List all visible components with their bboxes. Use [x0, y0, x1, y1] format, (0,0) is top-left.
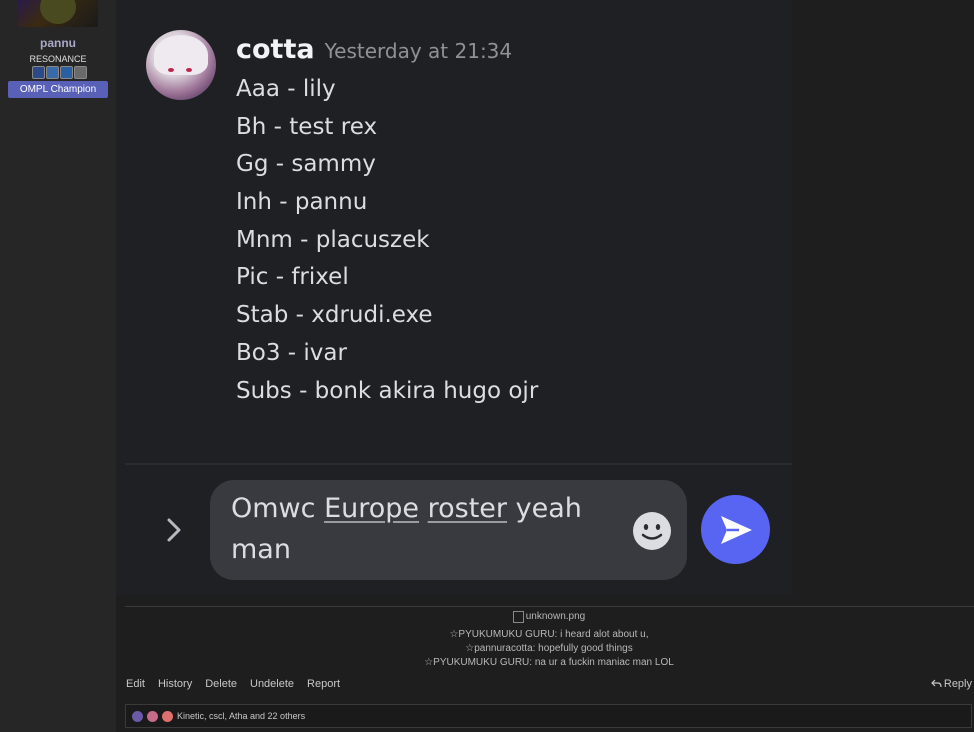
- message-line: Bo3 - ivar: [236, 339, 347, 366]
- reaction-emoji-icon: [132, 710, 143, 722]
- broken-image-icon: [512, 611, 524, 623]
- user-avatar[interactable]: [18, 0, 98, 27]
- message-line: Subs - bonk akira hugo ojr: [236, 377, 539, 404]
- message-timestamp: Yesterday at 21:34: [324, 39, 513, 63]
- award-icon: [32, 66, 45, 79]
- message-line: Aaa - lily: [236, 76, 336, 102]
- reply-button[interactable]: Reply: [931, 678, 972, 690]
- caption-line: ☆PYUKUMUKU GURU: i heard alot about u,: [449, 629, 649, 640]
- reaction-emoji-icon: [147, 710, 158, 722]
- user-badge: OMPL Champion: [8, 81, 108, 98]
- reaction-emoji-icon: [162, 710, 173, 722]
- reply-icon: [931, 679, 942, 688]
- award-icon: [46, 66, 59, 79]
- send-button[interactable]: [701, 495, 770, 564]
- message-line: Bh - test rex: [236, 113, 378, 140]
- message-input[interactable]: Omwc Europe roster yeah man: [210, 480, 687, 580]
- spellcheck-word: roster: [427, 493, 508, 524]
- message-line: Stab - xdrudi.exe: [236, 302, 433, 329]
- reactions-list[interactable]: Kinetic, cscl, Atha and 22 others: [177, 711, 305, 721]
- reactions-bar[interactable]: Kinetic, cscl, Atha and 22 others: [125, 704, 972, 728]
- emoji-icon[interactable]: [632, 511, 672, 551]
- message-avatar: [146, 30, 216, 100]
- history-link[interactable]: History: [158, 678, 192, 690]
- undelete-link[interactable]: Undelete: [250, 678, 294, 690]
- message-body: Aaa - lily Bh - test rex Gg - sammy Inh …: [236, 72, 538, 411]
- reply-label: Reply: [943, 678, 972, 690]
- message-header: cotta Yesterday at 21:34: [236, 34, 512, 68]
- caption-line: ☆PYUKUMUKU GURU: na ur a fuckin maniac m…: [424, 657, 674, 668]
- message-line: Inh - pannu: [236, 189, 368, 216]
- broken-image[interactable]: unknown.png: [512, 610, 585, 624]
- post-content: cotta Yesterday at 21:34 Aaa - lily Bh - …: [116, 0, 974, 732]
- user-award-icons: [32, 66, 87, 79]
- user-title: RESONANCE: [29, 54, 87, 64]
- report-link[interactable]: Report: [307, 678, 340, 690]
- chevron-right-icon[interactable]: [164, 516, 184, 544]
- message-line: Gg - sammy: [236, 151, 376, 178]
- caption-line: ☆pannuracotta: hopefully good things: [465, 643, 633, 654]
- message-line: Pic - frixel: [236, 264, 349, 291]
- spellcheck-word: Europe: [324, 493, 420, 524]
- message-line: Mnm - placuszek: [236, 226, 430, 253]
- send-icon: [720, 515, 752, 544]
- message-author: cotta: [236, 34, 315, 65]
- image-caption: unknown.png ☆PYUKUMUKU GURU: i heard alo…: [116, 610, 974, 670]
- award-icon: [60, 66, 73, 79]
- delete-link[interactable]: Delete: [205, 678, 237, 690]
- award-icon: [74, 66, 87, 79]
- username[interactable]: pannu: [0, 36, 116, 50]
- post-sidebar: pannu RESONANCE OMPL Champion: [0, 0, 117, 732]
- post-actions: Edit History Delete Undelete Report: [126, 678, 340, 690]
- message-input-text[interactable]: Omwc Europe roster yeah man: [231, 488, 611, 570]
- edit-link[interactable]: Edit: [126, 678, 145, 690]
- caption-separator: [125, 606, 974, 607]
